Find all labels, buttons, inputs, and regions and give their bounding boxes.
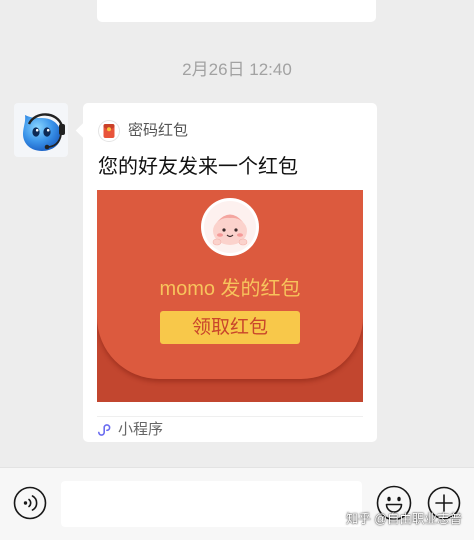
- card-divider: [97, 416, 363, 417]
- message-input[interactable]: [61, 481, 362, 527]
- pink-character-avatar: [204, 201, 256, 253]
- red-envelope-image[interactable]: momo 发的红包 领取红包: [97, 190, 363, 402]
- mini-program-card[interactable]: 密码红包 您的好友发来一个红包 momo 发的红包 领取红包 小程序: [75, 103, 377, 442]
- sender-avatar[interactable]: [14, 103, 68, 157]
- footer-label: 小程序: [118, 421, 164, 438]
- blue-mascot-headset-icon: [14, 103, 68, 157]
- mini-program-icon: [97, 423, 111, 437]
- claim-red-packet-button[interactable]: 领取红包: [160, 311, 300, 344]
- card-title: 您的好友发来一个红包: [98, 156, 298, 178]
- brand-label: 密码红包: [128, 122, 189, 139]
- envelope-sender-avatar: [201, 198, 259, 256]
- timestamp: 2月26日 12:40: [182, 60, 292, 79]
- bubble-tail: [75, 122, 92, 139]
- watermark: 知乎 @自由职业志普: [345, 512, 462, 526]
- chat-screen: 2月26日 12:40 密码红包 您的好友发来一个红包 momo 发的红包 领取…: [0, 0, 474, 540]
- voice-icon: [13, 486, 47, 520]
- voice-button[interactable]: [13, 486, 47, 520]
- red-envelope-icon: [98, 120, 120, 142]
- envelope-sender-text: momo 发的红包: [159, 278, 301, 300]
- input-bar: [0, 467, 474, 540]
- previous-message-bubble[interactable]: [97, 0, 376, 22]
